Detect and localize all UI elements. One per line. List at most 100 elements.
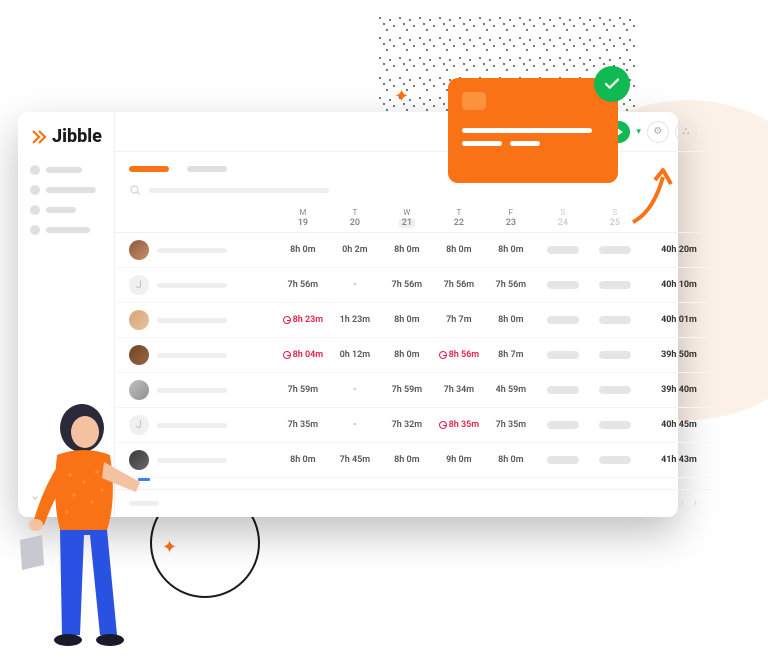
time-cell[interactable]: - — [329, 420, 381, 430]
day-header[interactable]: M19 — [277, 208, 329, 228]
time-cell[interactable]: 7h 56m — [381, 280, 433, 290]
play-dropdown[interactable]: ▾ — [636, 127, 641, 137]
tab-active[interactable] — [129, 166, 169, 172]
time-cell[interactable]: 8h 0m — [381, 455, 433, 465]
page-prev[interactable]: ‹ — [681, 498, 684, 509]
time-cell[interactable]: 8h 35m — [433, 420, 485, 430]
total-cell: 39h 50m — [641, 350, 697, 360]
weekend-cell — [537, 351, 589, 359]
weekend-cell — [589, 386, 641, 394]
time-cell[interactable]: - — [329, 385, 381, 395]
gear-icon: ⚙ — [653, 126, 662, 137]
time-cell[interactable]: 7h 59m — [277, 385, 329, 395]
timesheet-row[interactable]: 7h 59m-7h 59m7h 34m4h 59m39h 40m — [115, 373, 711, 408]
timesheet-row[interactable]: J7h 56m-7h 56m7h 56m7h 56m40h 10m — [115, 268, 711, 303]
time-cell[interactable]: 7h 7m — [433, 315, 485, 325]
weekend-cell — [589, 456, 641, 464]
time-cell[interactable]: 7h 56m — [433, 280, 485, 290]
total-cell: 40h 01m — [641, 315, 697, 325]
time-cell[interactable]: 8h 0m — [485, 455, 537, 465]
timesheet-row[interactable]: J7h 35m-7h 32m8h 35m7h 35m40h 45m — [115, 408, 711, 443]
weekend-cell — [589, 316, 641, 324]
clock-icon — [439, 421, 447, 429]
time-cell[interactable]: 7h 32m — [381, 420, 433, 430]
credit-card-illustration — [448, 78, 618, 183]
time-cell[interactable]: 9h 0m — [433, 455, 485, 465]
avatar — [129, 345, 149, 365]
weekend-cell — [589, 351, 641, 359]
users-button[interactable]: ⛬ — [675, 121, 697, 143]
time-cell[interactable]: 8h 0m — [485, 315, 537, 325]
time-cell[interactable]: 8h 04m — [277, 350, 329, 360]
timesheet-row[interactable]: 8h 23m1h 23m8h 0m7h 7m8h 0m40h 01m — [115, 303, 711, 338]
nav-item[interactable] — [30, 205, 102, 215]
total-cell: 39h 40m — [641, 385, 697, 395]
timesheet-row[interactable]: 8h 0m0h 2m8h 0m8h 0m8h 0m40h 20m — [115, 233, 711, 268]
clock-icon — [439, 351, 447, 359]
time-cell[interactable]: 7h 59m — [381, 385, 433, 395]
time-cell[interactable]: 8h 7m — [485, 350, 537, 360]
weekend-cell — [589, 246, 641, 254]
time-cell[interactable]: 7h 35m — [485, 420, 537, 430]
search-icon — [129, 184, 141, 196]
weekend-cell — [589, 281, 641, 289]
time-cell[interactable]: 7h 56m — [485, 280, 537, 290]
time-cell[interactable]: 8h 0m — [381, 315, 433, 325]
weekend-cell — [589, 421, 641, 429]
day-header[interactable]: F23 — [485, 208, 537, 228]
day-header[interactable]: T20 — [329, 208, 381, 228]
time-cell[interactable]: 8h 0m — [381, 245, 433, 255]
total-cell: 40h 10m — [641, 280, 697, 290]
time-cell[interactable]: 0h 12m — [329, 350, 381, 360]
sparkle-icon: ✦ — [162, 537, 177, 558]
nav-item[interactable] — [30, 165, 102, 175]
time-cell[interactable]: 7h 34m — [433, 385, 485, 395]
users-icon: ⛬ — [682, 126, 689, 137]
time-cell[interactable]: 8h 0m — [381, 350, 433, 360]
logo-text: Jibble — [52, 126, 102, 147]
time-cell[interactable]: 8h 0m — [277, 245, 329, 255]
time-cell[interactable]: 8h 0m — [277, 455, 329, 465]
time-cell[interactable]: 7h 45m — [329, 455, 381, 465]
nav-item[interactable] — [30, 185, 102, 195]
tab-inactive[interactable] — [187, 166, 227, 172]
time-cell[interactable]: 8h 56m — [433, 350, 485, 360]
arrow-illustration — [623, 162, 683, 232]
person-illustration — [12, 390, 162, 650]
clock-icon — [283, 316, 291, 324]
logo[interactable]: Jibble — [30, 126, 102, 147]
avatar — [129, 310, 149, 330]
total-cell: 41h 43m — [641, 455, 697, 465]
time-cell[interactable]: 8h 0m — [485, 245, 537, 255]
time-cell[interactable]: 7h 35m — [277, 420, 329, 430]
check-badge-icon — [594, 66, 630, 102]
avatar — [129, 240, 149, 260]
timesheet-row[interactable]: 8h 04m0h 12m8h 0m8h 56m8h 7m 39h 50m — [115, 338, 711, 373]
logo-icon — [30, 128, 48, 146]
time-cell[interactable]: 8h 0m — [433, 245, 485, 255]
weekend-cell — [537, 316, 589, 324]
nav-item[interactable] — [30, 225, 102, 235]
time-cell[interactable]: 7h 56m — [277, 280, 329, 290]
time-cell[interactable]: 0h 2m — [329, 245, 381, 255]
weekend-cell — [537, 421, 589, 429]
total-cell: 40h 45m — [641, 420, 697, 430]
time-cell[interactable]: 8h 23m — [277, 315, 329, 325]
day-header[interactable]: S24 — [537, 208, 589, 228]
day-header[interactable]: W21 — [381, 208, 433, 228]
page-next[interactable]: › — [694, 498, 697, 509]
time-cell[interactable]: 4h 59m — [485, 385, 537, 395]
settings-button[interactable]: ⚙ — [647, 121, 669, 143]
avatar: J — [129, 275, 149, 295]
timesheet-row[interactable]: 8h 0m7h 45m8h 0m9h 0m8h 0m41h 43m — [115, 443, 711, 478]
weekend-cell — [537, 386, 589, 394]
weekend-cell — [537, 246, 589, 254]
time-cell[interactable]: - — [329, 280, 381, 290]
total-cell: 40h 20m — [641, 245, 697, 255]
day-header[interactable]: T22 — [433, 208, 485, 228]
timesheet-grid: M19T20W21T22F23S24S25 8h 0m0h 2m8h 0m8h … — [115, 204, 711, 489]
clock-icon — [283, 351, 291, 359]
time-cell[interactable]: 1h 23m — [329, 315, 381, 325]
sparkle-icon: ✦ — [394, 86, 409, 107]
search-input[interactable] — [129, 184, 697, 196]
